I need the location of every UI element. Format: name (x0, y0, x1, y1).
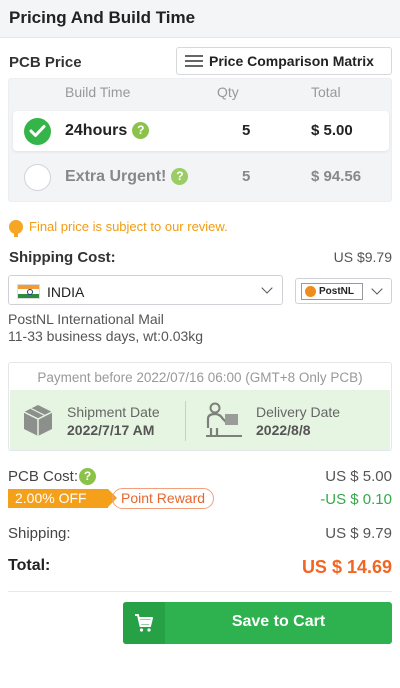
qty-value: 5 (242, 122, 251, 139)
question-icon[interactable]: ? (79, 468, 97, 485)
radio-selected[interactable] (24, 118, 51, 145)
pcb-cost-value: US $ 5.00 (325, 468, 392, 485)
country-select[interactable]: INDIA (8, 275, 283, 305)
delivery-timeline: Payment before 2022/07/16 06:00 (GMT+8 O… (8, 362, 392, 451)
shipping-cost-value: US $9.79 (333, 249, 392, 265)
column-header-qty: Qty (217, 84, 239, 100)
shipping-value: US $ 9.79 (325, 525, 392, 542)
price-table: Build Time Qty Total 24hours? 5 $ 5.00 E… (8, 78, 392, 202)
pcb-price-label: PCB Price (9, 54, 82, 71)
delivery-date-label: Delivery Date (256, 404, 341, 420)
shipment-date-label: Shipment Date (67, 404, 160, 420)
qty-value: 5 (242, 168, 251, 185)
chevron-down-icon (261, 282, 273, 294)
shipment-date-value: 2022/7/17 AM (67, 422, 155, 438)
build-time-label: 24hours? (65, 122, 150, 140)
dates-panel: Shipment Date 2022/7/17 AM Delivery Date… (10, 390, 390, 450)
country-name: INDIA (47, 284, 85, 300)
point-reward-button[interactable]: Point Reward (112, 488, 215, 509)
column-header-build-time: Build Time (65, 84, 131, 100)
postnl-logo: PostNL (301, 283, 363, 300)
divider (185, 401, 186, 441)
divider (8, 591, 392, 592)
check-icon (29, 125, 46, 137)
delivery-date-value: 2022/8/8 (256, 422, 311, 438)
save-to-cart-button[interactable]: Save to Cart (123, 602, 392, 644)
total-value: $ 5.00 (311, 122, 353, 139)
build-time-option-24hours[interactable]: 24hours? 5 $ 5.00 (13, 111, 389, 151)
service-detail: 11-33 business days, wt:0.03kg (8, 328, 204, 344)
shipping-cost-label: Shipping Cost: (9, 249, 116, 266)
payment-deadline: Payment before 2022/07/16 06:00 (GMT+8 O… (37, 370, 363, 385)
box-icon (23, 405, 53, 436)
column-header-total: Total (311, 84, 341, 100)
total-label: Total: (8, 557, 51, 574)
discount-badge: 2.00% OFF (8, 489, 117, 508)
shipping-service-info: PostNL International Mail 11-33 business… (8, 311, 203, 345)
page-title: Pricing And Build Time (9, 8, 196, 27)
discount-value: -US $ 0.10 (320, 491, 392, 508)
pcb-cost-label: PCB Cost:? (8, 468, 97, 485)
service-name: PostNL International Mail (8, 311, 164, 327)
price-review-notice: Final price is subject to our review. (9, 219, 228, 237)
chevron-down-icon (371, 283, 383, 295)
page-header: Pricing And Build Time (0, 0, 400, 38)
india-flag-icon (17, 284, 40, 299)
delivery-icon (206, 402, 242, 437)
price-comparison-matrix-label: Price Comparison Matrix (209, 53, 374, 69)
build-time-label: Extra Urgent!? (65, 168, 189, 186)
question-icon[interactable]: ? (171, 168, 189, 185)
list-icon (185, 55, 203, 67)
price-comparison-matrix-button[interactable]: Price Comparison Matrix (176, 47, 392, 75)
shipping-label: Shipping: (8, 525, 71, 542)
bulb-icon (9, 219, 23, 237)
build-time-option-extra-urgent[interactable]: Extra Urgent!? 5 $ 94.56 (13, 157, 389, 197)
total-value: US $ 14.69 (301, 557, 392, 577)
question-icon[interactable]: ? (132, 122, 150, 139)
carrier-select[interactable]: PostNL (295, 278, 392, 304)
total-value: $ 94.56 (311, 168, 362, 185)
notice-text: Final price is subject to our review. (29, 219, 228, 234)
save-to-cart-label: Save to Cart (231, 613, 326, 630)
cart-icon (123, 602, 165, 644)
radio-unselected[interactable] (24, 164, 51, 191)
